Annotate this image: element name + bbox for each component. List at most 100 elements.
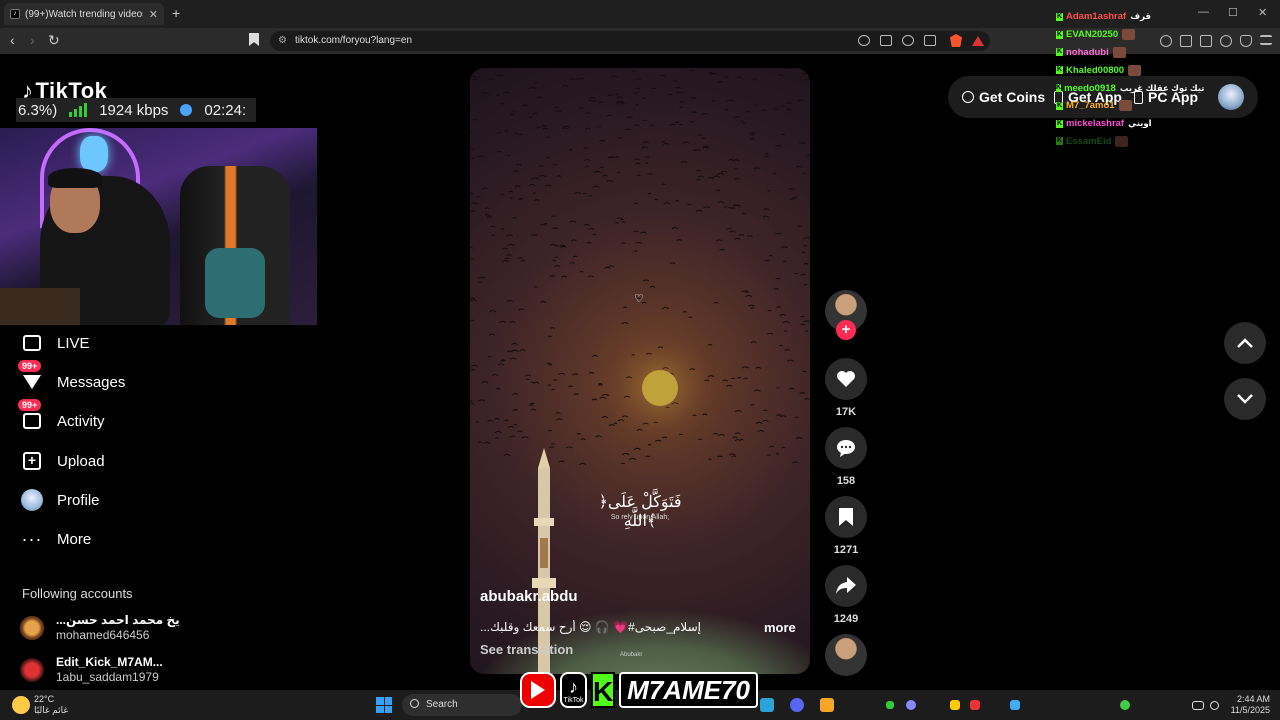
back-button[interactable]: ‹: [10, 32, 15, 48]
music-disc-avatar: [825, 634, 867, 676]
vpn-shield-icon[interactable]: [1240, 35, 1252, 47]
avatar: [20, 658, 44, 682]
comment-count: 158: [836, 475, 856, 487]
account-username: mohamed646456: [56, 628, 150, 642]
sidebar-toggle-icon[interactable]: [1180, 35, 1192, 47]
chat-line: Knohadubi: [1056, 44, 1156, 62]
like-count: 17K: [835, 406, 857, 418]
music-disc[interactable]: [824, 634, 868, 676]
browser-tab[interactable]: ♪ (99+)Watch trending videos for ✕: [4, 3, 164, 25]
maximize-button[interactable]: ☐: [1228, 6, 1238, 19]
close-window-button[interactable]: ✕: [1258, 6, 1267, 19]
kick-icon: K: [1056, 66, 1063, 75]
see-translation-button[interactable]: See translation: [480, 642, 573, 657]
new-tab-button[interactable]: +: [172, 5, 180, 21]
tray-icon[interactable]: [1120, 700, 1130, 710]
tray-icon[interactable]: [950, 700, 960, 710]
video-author[interactable]: abubakr.abdu: [480, 588, 578, 605]
system-clock[interactable]: 2:44 AM 11/5/2025: [1228, 694, 1270, 716]
sidebar-item-live[interactable]: LIVE: [20, 330, 220, 356]
comment-icon[interactable]: [825, 427, 867, 469]
heart-icon[interactable]: [825, 358, 867, 400]
reload-button[interactable]: ↻: [48, 32, 60, 49]
chat-user: M7_7amo1: [1066, 100, 1115, 112]
following-account[interactable]: ...يخ محمد احمد حسن mohamed646456: [20, 611, 200, 645]
user-avatar[interactable]: [1218, 84, 1244, 110]
previous-video-button[interactable]: [1224, 322, 1266, 364]
get-coins-button[interactable]: Get Coins: [962, 76, 1045, 118]
chat-line: K EVAN20250: [1056, 26, 1156, 44]
bookmark-icon[interactable]: [249, 33, 259, 46]
chat-user: Adam1ashraf: [1066, 11, 1127, 23]
bitrate: 1924 kbps: [99, 101, 169, 119]
weather-icon: [12, 696, 30, 714]
follow-plus-icon[interactable]: +: [836, 320, 856, 340]
sidebar-item-more[interactable]: ··· More: [20, 526, 220, 552]
network-icon[interactable]: [1192, 701, 1204, 710]
sidebar-item-label: More: [57, 530, 92, 548]
tray-icon[interactable]: [1010, 700, 1020, 710]
mute-tab-icon[interactable]: [858, 35, 870, 46]
share-count: 1249: [833, 613, 859, 625]
calligraphy-subtitle: So rely upon Allah;: [610, 514, 670, 521]
sidebar-item-upload[interactable]: + Upload: [20, 448, 220, 474]
account-name: Edit_Kick_M7AM...: [56, 655, 163, 669]
like-action[interactable]: 17K: [824, 358, 868, 418]
coin-icon: [962, 91, 974, 103]
chat-line: K Khaled00800: [1056, 61, 1156, 79]
weather-widget[interactable]: 22°C غائم غالبًا: [12, 694, 68, 716]
leo-ai-icon[interactable]: [1220, 35, 1232, 47]
bookmark-icon[interactable]: [825, 496, 867, 538]
kick-logo-icon: K: [590, 672, 616, 708]
sidebar-item-messages[interactable]: 99+ Messages: [18, 360, 220, 395]
tab-close-icon[interactable]: ✕: [149, 8, 158, 21]
chat-line: Kmickelashraf اويني: [1056, 115, 1156, 133]
video-player[interactable]: ♡ ﴿فَتَوَكَّلْ عَلَى اللَّهِ﴾ So rely up…: [470, 68, 810, 674]
discord-icon[interactable]: [790, 698, 804, 712]
save-count: 1271: [833, 544, 859, 556]
sidebar-item-activity[interactable]: 99+ Activity: [18, 399, 220, 434]
zoom-icon[interactable]: [902, 35, 914, 46]
sidebar-item-label: Messages: [57, 373, 126, 391]
creator-avatar-button[interactable]: +: [824, 290, 868, 344]
sidebar-item-label: Upload: [57, 452, 105, 470]
tray-icon[interactable]: [970, 700, 980, 710]
app-icon[interactable]: [820, 698, 834, 712]
reader-mode-icon[interactable]: [880, 35, 892, 46]
share-arrow-icon[interactable]: [825, 565, 867, 607]
share-action[interactable]: 1249: [824, 565, 868, 625]
tray-icon[interactable]: [906, 700, 916, 710]
wallet-icon[interactable]: [1200, 35, 1212, 47]
taskbar-search[interactable]: Search: [402, 694, 522, 716]
calligraphy-text: ﴿فَتَوَكَّلْ عَلَى اللَّهِ﴾: [598, 492, 682, 530]
steam-icon[interactable]: [760, 698, 774, 712]
share-icon[interactable]: [924, 35, 936, 46]
sidebar-item-profile[interactable]: Profile: [20, 487, 220, 513]
comment-action[interactable]: 158: [824, 427, 868, 487]
streamer-name: M7AME70: [619, 672, 758, 708]
kick-icon: K: [1056, 84, 1062, 93]
tray-icon[interactable]: [886, 701, 894, 709]
next-video-button[interactable]: [1224, 378, 1266, 420]
save-action[interactable]: 1271: [824, 496, 868, 556]
chat-line: K EssamEid: [1056, 133, 1156, 151]
music-icon[interactable]: [1160, 35, 1172, 47]
site-settings-icon[interactable]: ⚙: [278, 31, 287, 51]
webcam-overlay: [0, 128, 317, 325]
minaret-image: [532, 448, 556, 674]
kick-icon: K: [1056, 48, 1063, 57]
volume-icon[interactable]: [1210, 701, 1219, 710]
brave-rewards-icon[interactable]: [972, 36, 984, 46]
menu-icon[interactable]: [1260, 35, 1272, 45]
windows-start-icon[interactable]: [376, 697, 392, 713]
following-account[interactable]: Edit_Kick_M7AM... 1abu_saddam1979: [20, 653, 200, 687]
caption-more-button[interactable]: more: [764, 620, 796, 635]
kick-chat-overlay: K Adam1ashraf قرف K EVAN20250 Knohadubi K Kh…: [1056, 8, 1204, 151]
stream-stats-overlay: 6.3%) 1924 kbps 02:24:: [16, 98, 256, 122]
activity-badge: 99+: [18, 399, 42, 411]
minimize-button[interactable]: —: [1198, 6, 1209, 18]
forward-button[interactable]: ›: [30, 32, 35, 48]
video-signature: Abubakr: [620, 652, 643, 658]
chat-user: nohadubi: [1066, 46, 1109, 58]
signal-bars-icon: [69, 103, 88, 117]
